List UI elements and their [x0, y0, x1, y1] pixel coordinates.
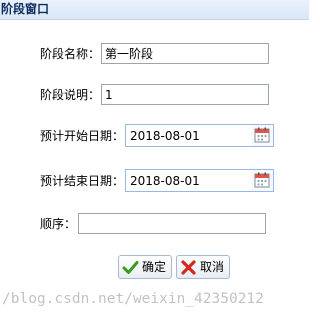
stage-desc-input[interactable]: [101, 84, 269, 105]
start-date-calendar-button[interactable]: [252, 125, 273, 146]
stage-name-input[interactable]: [101, 43, 269, 64]
start-date-picker[interactable]: 2018-08-01: [125, 124, 274, 147]
calendar-icon: [252, 125, 273, 146]
calendar-icon: [252, 170, 273, 191]
cancel-button[interactable]: 取消: [176, 255, 230, 279]
stage-name-label: 阶段名称：: [40, 47, 101, 61]
start-date-value: 2018-08-01: [130, 129, 200, 143]
order-input[interactable]: [78, 213, 266, 234]
ok-button[interactable]: 确定: [118, 255, 172, 279]
end-date-label: 预计结束日期：: [40, 174, 125, 188]
end-date-calendar-button[interactable]: [252, 170, 273, 191]
end-date-picker[interactable]: 2018-08-01: [125, 169, 274, 192]
ok-button-label: 确定: [142, 260, 167, 274]
checkmark-icon: [122, 259, 139, 276]
cancel-button-label: 取消: [200, 260, 225, 274]
window-title: 阶段窗口: [1, 2, 50, 16]
start-date-label: 预计开始日期：: [40, 129, 125, 143]
order-label: 顺序：: [40, 217, 77, 231]
cross-icon: [180, 259, 197, 276]
stage-dialog: 阶段窗口 阶段名称： 阶段说明： 预计开始日期： 2018-08-01: [0, 0, 309, 321]
title-bar[interactable]: 阶段窗口: [0, 0, 309, 20]
watermark-text: /blog.csdn.net/weixin_42350212: [2, 291, 264, 307]
stage-desc-label: 阶段说明：: [40, 88, 101, 102]
end-date-value: 2018-08-01: [130, 174, 200, 188]
